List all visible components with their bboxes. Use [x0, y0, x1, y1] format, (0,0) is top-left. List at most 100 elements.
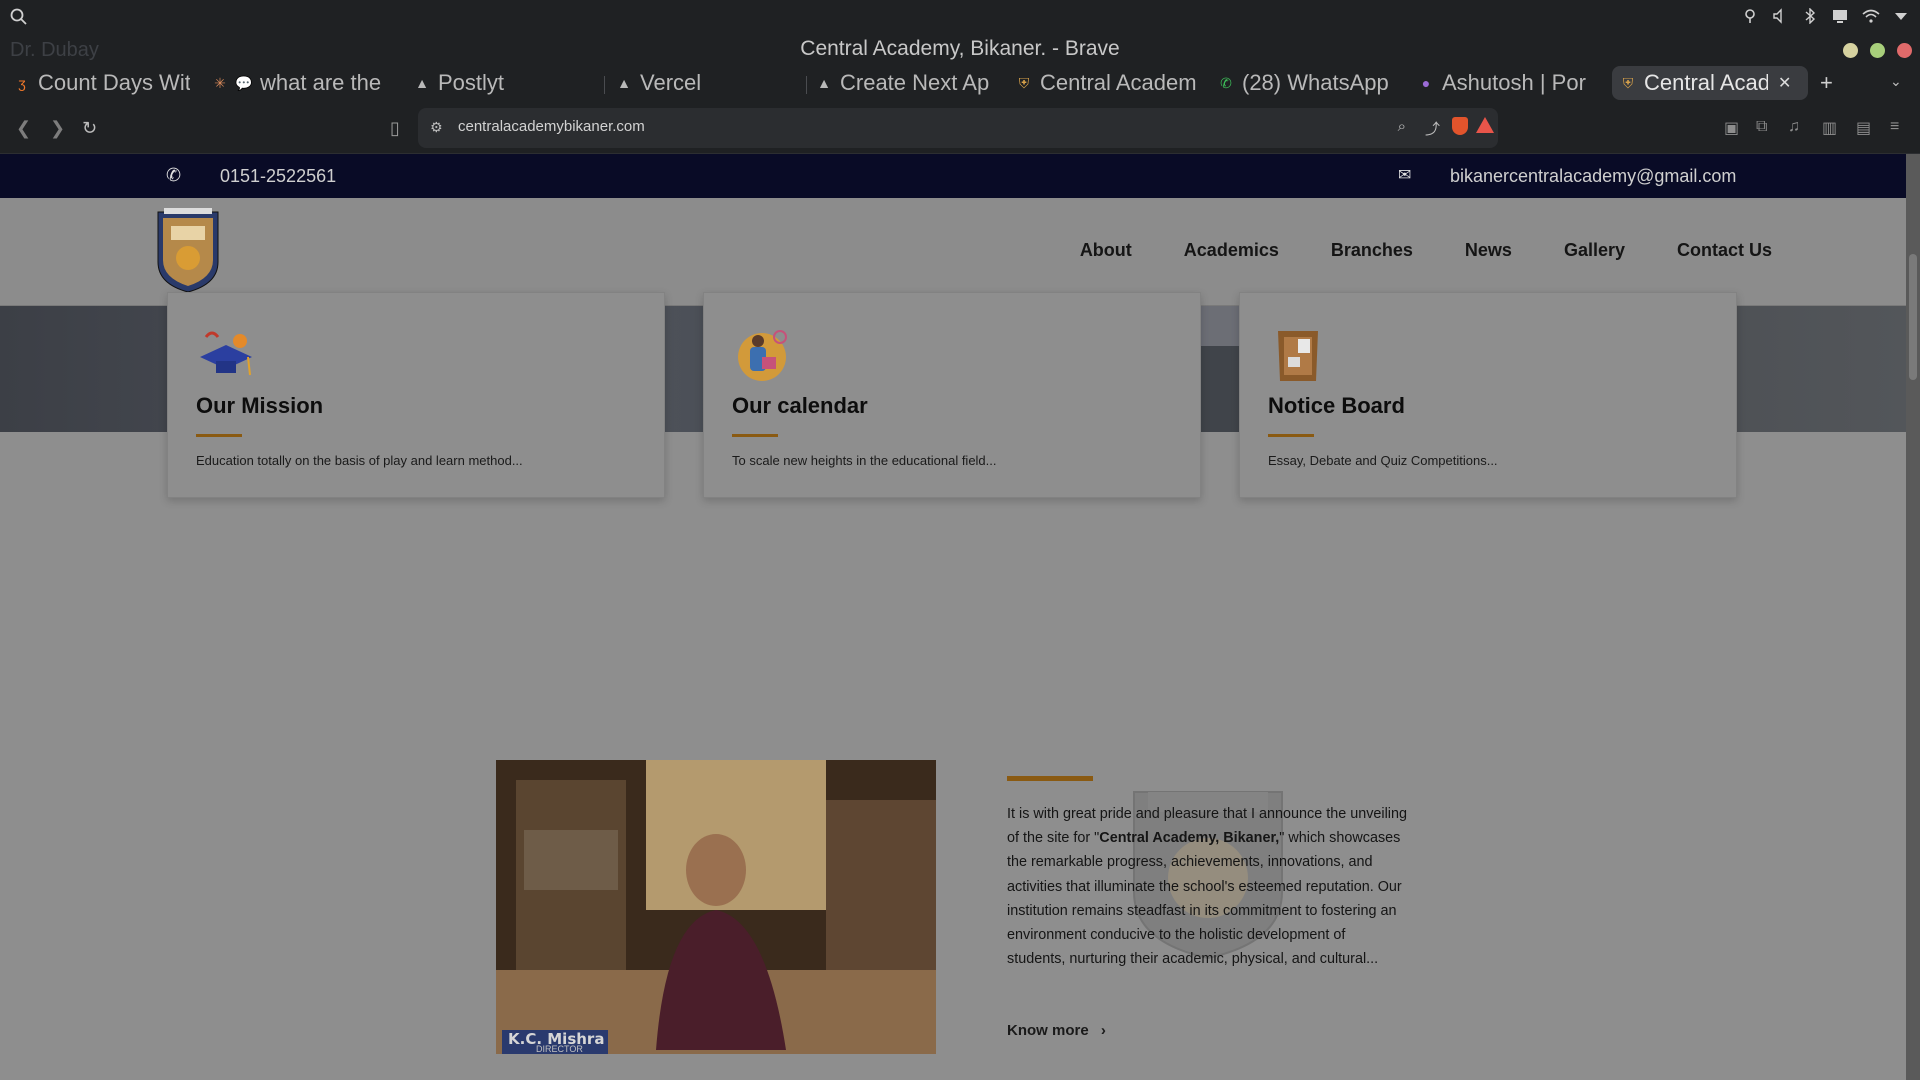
search-icon[interactable]	[10, 8, 28, 26]
message-text-2: " which showcases the remarkable progres…	[1007, 830, 1402, 968]
tab-label: (28) WhatsApp	[1242, 70, 1389, 95]
reload-button[interactable]: ↻	[82, 118, 97, 139]
extensions-icon[interactable]: ⧉	[1756, 118, 1767, 136]
card-title: Our calendar	[732, 393, 868, 418]
address-bar[interactable]: ⚙ centralacademybikaner.com ⌕ ⤴	[418, 108, 1498, 148]
phone-icon: ✆	[166, 165, 182, 185]
new-tab-button[interactable]: +	[1820, 70, 1833, 96]
claude-icon: ✳	[214, 74, 226, 91]
chat-icon: 💬	[235, 74, 253, 91]
menu-icon[interactable]: ≡	[1890, 118, 1899, 136]
director-message: It is with great pride and pleasure that…	[1007, 802, 1407, 971]
display-icon[interactable]	[1832, 8, 1848, 24]
tab-separator	[806, 76, 807, 94]
card-title: Notice Board	[1268, 393, 1405, 418]
tab-list-dropdown[interactable]: ⌄	[1890, 73, 1902, 90]
card-mission[interactable]: Our Mission Education totally on the bas…	[167, 292, 665, 498]
academy-logo[interactable]	[152, 206, 224, 294]
back-button[interactable]: ❮	[16, 118, 31, 139]
system-tray	[1742, 8, 1908, 24]
message-bold: Central Academy, Bikaner,	[1099, 830, 1280, 847]
tab-postlyt[interactable]: ▲ Postlyt	[414, 66, 600, 100]
zoom-icon[interactable]: ⌕	[1398, 118, 1406, 135]
url-text[interactable]: centralacademybikaner.com	[458, 118, 645, 135]
tab-create-next-app[interactable]: ▲ Create Next Ap	[816, 66, 1002, 100]
know-more-label: Know more	[1007, 1022, 1089, 1039]
minimize-button[interactable]	[1843, 43, 1858, 58]
brave-rewards-icon[interactable]	[1476, 117, 1494, 133]
contact-strip: ✆ 0151-2522561 ✉ bikanercentralacademy@g…	[0, 154, 1906, 198]
wallet-icon[interactable]: ▤	[1856, 118, 1871, 138]
tab-label: Postlyt	[438, 70, 505, 95]
tab-central-academy[interactable]: ⛨ Central Academ	[1016, 66, 1198, 100]
page-scrollbar[interactable]	[1906, 154, 1920, 1080]
vercel-icon: ▲	[415, 75, 429, 91]
site-header: About Academics Branches News Gallery Co…	[0, 198, 1906, 306]
vercel-icon: ▲	[817, 75, 831, 91]
card-text: Essay, Debate and Quiz Competitions...	[1268, 453, 1498, 468]
tab-ashutosh[interactable]: ● Ashutosh | Por	[1418, 66, 1602, 100]
nav-news[interactable]: News	[1465, 240, 1512, 261]
bluetooth-icon[interactable]	[1802, 8, 1818, 24]
card-text: Education totally on the basis of play a…	[196, 453, 523, 468]
nav-about[interactable]: About	[1080, 240, 1132, 261]
media-icon[interactable]: ♫	[1788, 118, 1800, 136]
chevron-right-icon: ›	[1100, 1022, 1106, 1039]
tab-label: Count Days Wit	[38, 70, 190, 95]
forward-button[interactable]: ❯	[50, 118, 65, 139]
window-titlebar: Dr. Dubay Central Academy, Bikaner. - Br…	[0, 34, 1920, 66]
main-nav: About Academics Branches News Gallery Co…	[1028, 240, 1772, 261]
bookmark-icon[interactable]: ▯	[390, 118, 400, 139]
close-button[interactable]	[1897, 43, 1912, 58]
card-underline	[732, 434, 778, 437]
site-settings-icon[interactable]: ⚙	[430, 119, 443, 136]
tab-central-academy-active[interactable]: ⛨ Central Acad ✕	[1612, 66, 1808, 100]
graduation-cap-icon	[200, 331, 252, 376]
system-top-bar	[0, 0, 1920, 34]
browser-toolbar: ❮ ❯ ↻ ▯ ⚙ centralacademybikaner.com ⌕ ⤴ …	[0, 102, 1920, 154]
phone-number[interactable]: 0151-2522561	[220, 166, 336, 187]
tab-separator	[604, 76, 605, 94]
director-role-plate: DIRECTOR	[536, 1044, 583, 1054]
director-section-accent	[1007, 776, 1093, 781]
location-icon[interactable]	[1742, 8, 1758, 24]
card-notice-board[interactable]: Notice Board Essay, Debate and Quiz Comp…	[1239, 292, 1737, 498]
tab-label: Ashutosh | Por	[1442, 70, 1586, 95]
volume-icon[interactable]	[1772, 8, 1788, 24]
window-title: Central Academy, Bikaner. - Brave	[800, 37, 1120, 60]
card-underline	[1268, 434, 1314, 437]
web-page: ✆ 0151-2522561 ✉ bikanercentralacademy@g…	[0, 154, 1906, 1080]
dropdown-icon[interactable]	[1894, 8, 1908, 24]
share-icon[interactable]: ⤴	[1425, 118, 1440, 139]
nav-academics[interactable]: Academics	[1184, 240, 1279, 261]
portfolio-icon: ●	[1421, 75, 1431, 91]
tab-whatsapp[interactable]: ✆ (28) WhatsApp	[1218, 66, 1404, 100]
tab-label: Central Acad	[1644, 70, 1768, 95]
tab-label: Central Academ	[1040, 70, 1197, 95]
director-photo-image	[496, 760, 936, 1054]
vercel-icon: ▲	[617, 75, 631, 91]
know-more-link[interactable]: Know more ›	[1007, 1022, 1106, 1039]
nav-gallery[interactable]: Gallery	[1564, 240, 1625, 261]
calendar-person-icon	[738, 330, 787, 381]
nav-branches[interactable]: Branches	[1331, 240, 1413, 261]
brave-icon: ʒ	[18, 75, 26, 91]
tab-what-are-the[interactable]: ✳ 💬 what are the	[212, 66, 398, 100]
notice-board-icon	[1278, 331, 1318, 381]
sidebar-icon[interactable]: ▥	[1822, 118, 1837, 138]
brave-shields-icon[interactable]	[1452, 117, 1468, 135]
email-address[interactable]: bikanercentralacademy@gmail.com	[1450, 166, 1736, 187]
card-calendar[interactable]: Our calendar To scale new heights in the…	[703, 292, 1201, 498]
tab-count-days[interactable]: ʒ Count Days Wit	[14, 66, 190, 100]
school-icon: ⛨	[1622, 74, 1634, 91]
scrollbar-thumb[interactable]	[1909, 254, 1917, 380]
whatsapp-icon: ✆	[1220, 74, 1232, 91]
card-text: To scale new heights in the educational …	[732, 453, 997, 468]
maximize-button[interactable]	[1870, 43, 1885, 58]
close-tab-icon[interactable]: ✕	[1778, 73, 1791, 93]
card-title: Our Mission	[196, 393, 324, 418]
printer-icon[interactable]: ▣	[1724, 118, 1739, 138]
nav-contact-us[interactable]: Contact Us	[1677, 240, 1772, 261]
wifi-icon[interactable]	[1862, 8, 1880, 24]
tab-vercel[interactable]: ▲ Vercel	[616, 66, 802, 100]
